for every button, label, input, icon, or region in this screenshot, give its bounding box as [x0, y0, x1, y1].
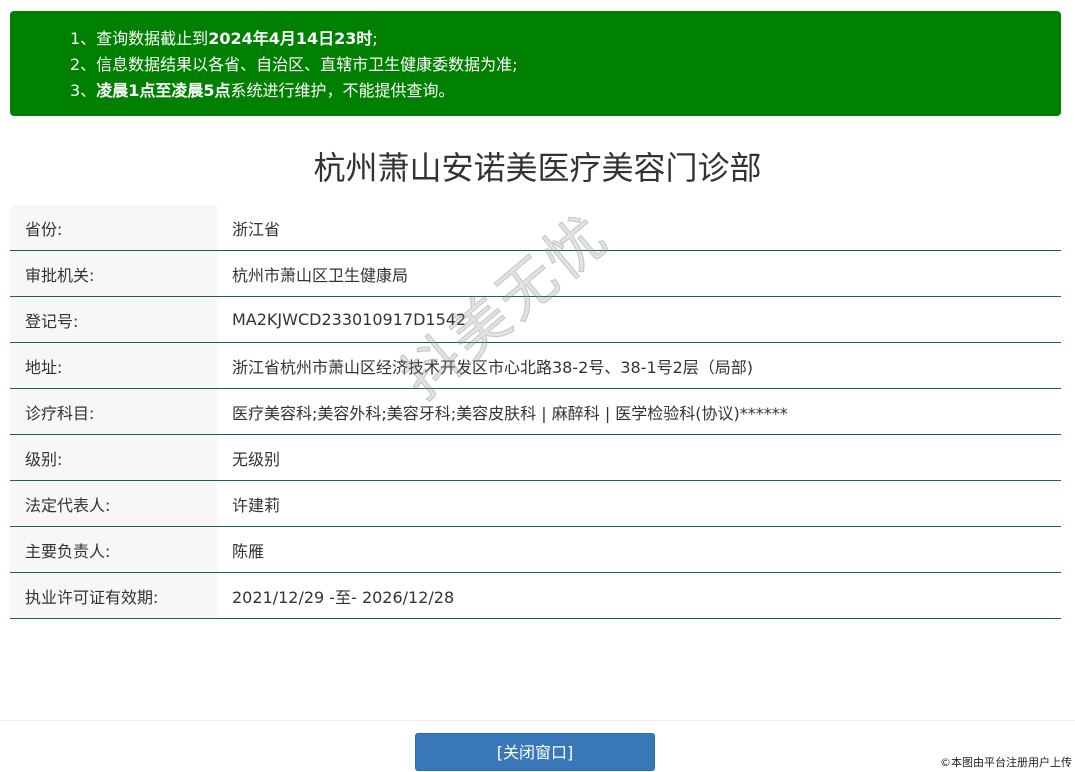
- table-row: 登记号: MA2KJWCD233010917D1542: [10, 296, 1061, 343]
- row-value-departments: 医疗美容科;美容外科;美容牙科;美容皮肤科 | 麻醉科 | 医学检验科(协议)*…: [217, 388, 1061, 435]
- notice-line-3: 3、凌晨1点至凌晨5点系统进行维护，不能提供查询。: [70, 78, 1061, 104]
- row-label-legal-representative: 法定代表人:: [10, 480, 217, 527]
- row-label-registration-number: 登记号:: [10, 296, 217, 343]
- row-label-principal: 主要负责人:: [10, 526, 217, 573]
- table-row: 审批机关: 杭州市萧山区卫生健康局: [10, 250, 1061, 297]
- row-value-legal-representative: 许建莉: [217, 480, 1061, 527]
- table-row: 执业许可证有效期: 2021/12/29 -至- 2026/12/28: [10, 572, 1061, 619]
- row-value-registration-number: MA2KJWCD233010917D1542: [217, 296, 1061, 343]
- row-value-level: 无级别: [217, 434, 1061, 481]
- notice-line-2: 2、信息数据结果以各省、自治区、直辖市卫生健康委数据为准;: [70, 52, 1061, 78]
- notice-line-3-prefix: 3、: [70, 81, 97, 100]
- row-label-license-validity: 执业许可证有效期:: [10, 572, 217, 619]
- table-row: 主要负责人: 陈雁: [10, 526, 1061, 573]
- notice-line-1-prefix: 1、查询数据截止到: [70, 29, 209, 48]
- info-table: 省份: 浙江省 审批机关: 杭州市萧山区卫生健康局 登记号: MA2KJWCD2…: [10, 205, 1061, 619]
- row-label-approval-authority: 审批机关:: [10, 250, 217, 297]
- row-label-level: 级别:: [10, 434, 217, 481]
- row-value-license-validity: 2021/12/29 -至- 2026/12/28: [217, 572, 1061, 619]
- close-window-button[interactable]: [关闭窗口]: [415, 733, 655, 771]
- table-row: 省份: 浙江省: [10, 205, 1061, 251]
- notice-line-3-hours: 凌晨1点至凌晨5点: [96, 81, 231, 100]
- table-row: 级别: 无级别: [10, 434, 1061, 481]
- notice-line-3-suffix: 系统进行维护，不能提供查询。: [230, 81, 455, 100]
- notice-line-2-text: 2、信息数据结果以各省、自治区、直辖市卫生健康委数据为准;: [70, 55, 518, 74]
- footer-divider: [0, 720, 1075, 721]
- platform-credit: ©本图由平台注册用户上传: [940, 756, 1072, 769]
- row-value-province: 浙江省: [217, 205, 1061, 251]
- notice-line-1-suffix: ;: [372, 29, 378, 48]
- table-row: 法定代表人: 许建莉: [10, 480, 1061, 527]
- notice-line-1-date: 2024年4月14日23时: [208, 29, 373, 48]
- row-label-address: 地址:: [10, 342, 217, 389]
- notice-banner: 1、查询数据截止到2024年4月14日23时; 2、信息数据结果以各省、自治区、…: [10, 11, 1061, 116]
- page: 1、查询数据截止到2024年4月14日23时; 2、信息数据结果以各省、自治区、…: [0, 0, 1075, 772]
- row-label-province: 省份:: [10, 205, 217, 251]
- table-row: 诊疗科目: 医疗美容科;美容外科;美容牙科;美容皮肤科 | 麻醉科 | 医学检验…: [10, 388, 1061, 435]
- row-value-address: 浙江省杭州市萧山区经济技术开发区市心北路38-2号、38-1号2层（局部): [217, 342, 1061, 389]
- table-row: 地址: 浙江省杭州市萧山区经济技术开发区市心北路38-2号、38-1号2层（局部…: [10, 342, 1061, 389]
- notice-line-1: 1、查询数据截止到2024年4月14日23时;: [70, 26, 1061, 52]
- page-title: 杭州萧山安诺美医疗美容门诊部: [313, 149, 762, 187]
- row-value-principal: 陈雁: [217, 526, 1061, 573]
- row-value-approval-authority: 杭州市萧山区卫生健康局: [217, 250, 1061, 297]
- row-label-departments: 诊疗科目:: [10, 388, 217, 435]
